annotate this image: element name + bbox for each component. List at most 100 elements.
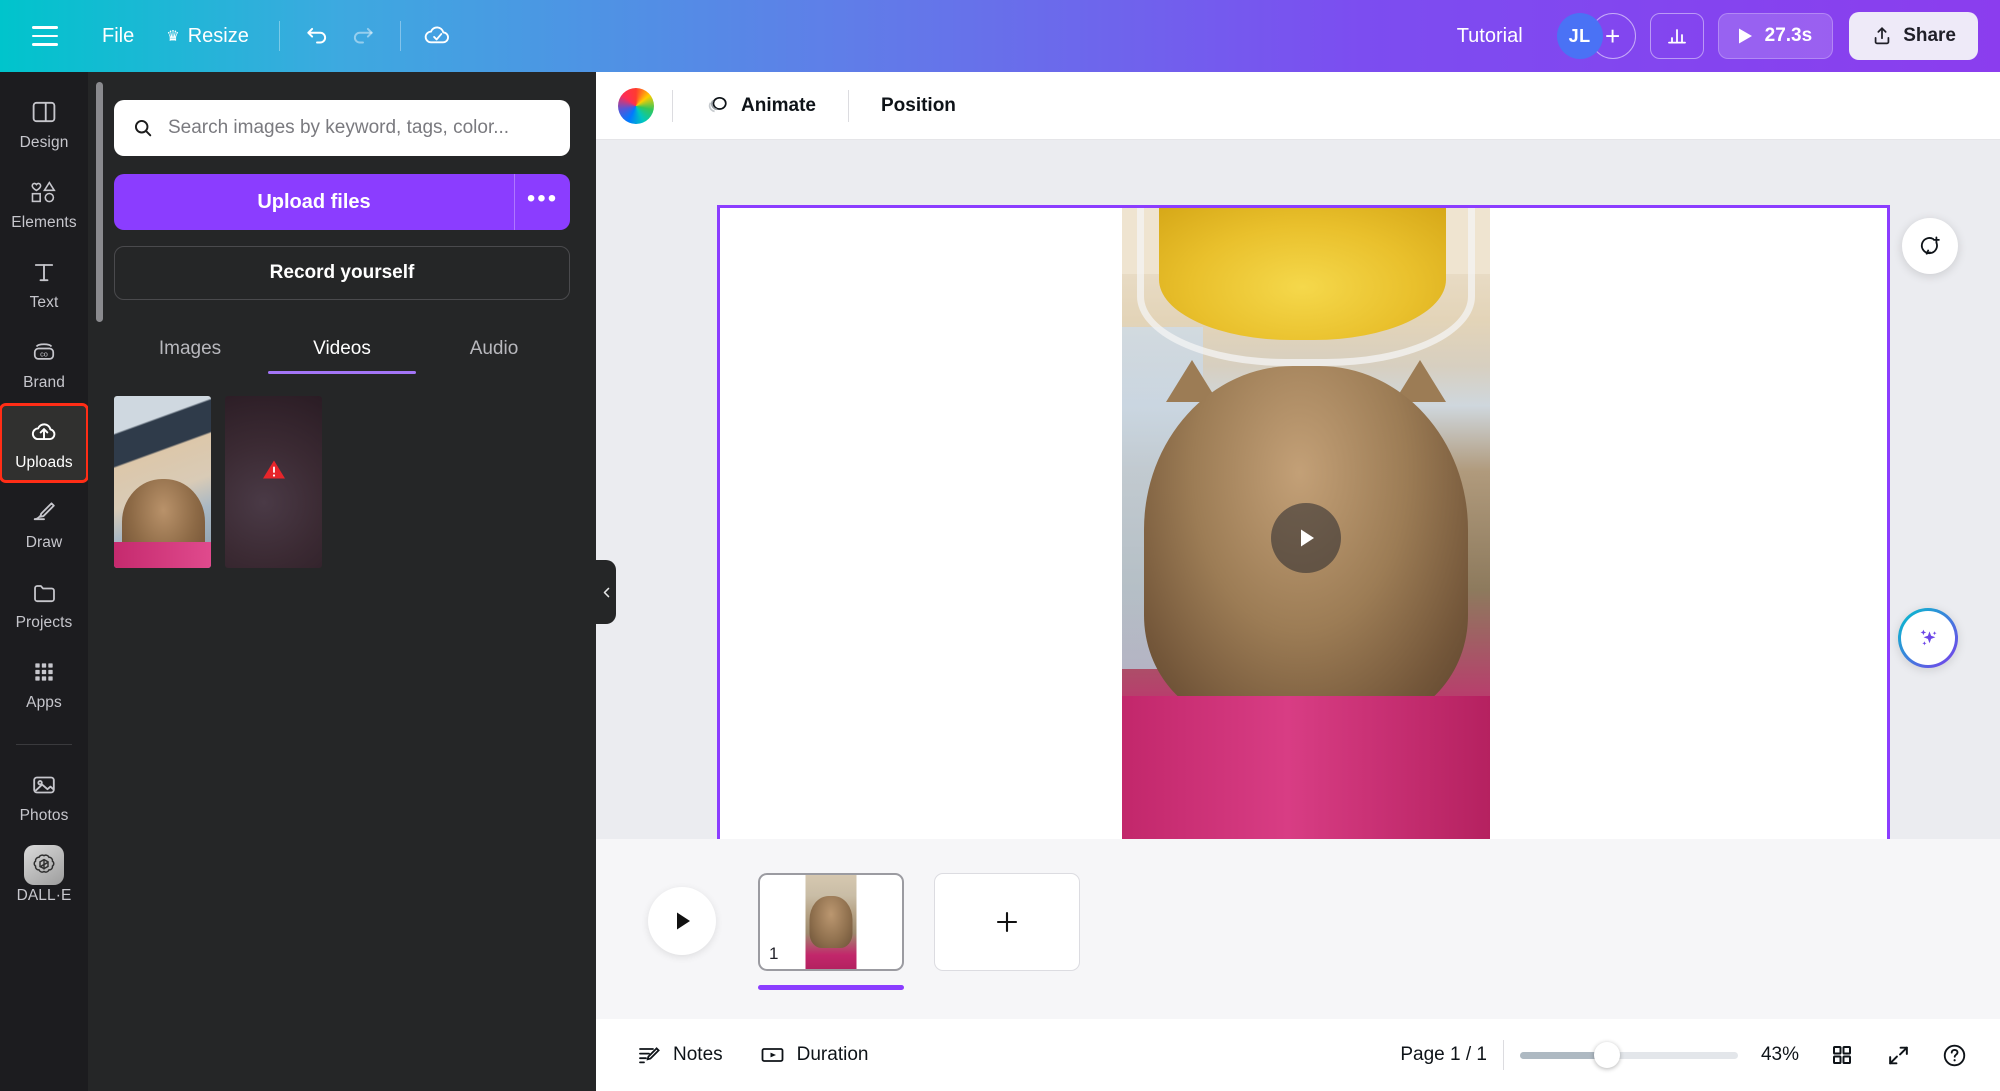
design-page-frame[interactable] (717, 205, 1890, 870)
sidebar-item-apps[interactable]: Apps (2, 646, 86, 720)
sidebar-item-brand[interactable]: co Brand (2, 326, 86, 400)
video-art-bowl (1136, 208, 1476, 367)
sidebar-item-draw[interactable]: Draw (2, 486, 86, 560)
sidebar-label-uploads: Uploads (15, 454, 73, 471)
duration-icon (761, 1048, 784, 1062)
timeline-play-button[interactable] (648, 887, 716, 955)
sidebar-label-apps: Apps (26, 694, 62, 711)
warning-icon (261, 457, 287, 486)
canva-editor-window: File ♛ Resize Tutorial JL + 27.3s Share … (0, 0, 2000, 1091)
tutorial-button[interactable]: Tutorial (1439, 16, 1541, 57)
magic-sparkles-icon (1920, 629, 1937, 646)
search-bar[interactable] (114, 100, 570, 156)
shapes-icon (28, 176, 60, 208)
sidebar-item-text[interactable]: Text (2, 246, 86, 320)
record-yourself-label: Record yourself (269, 262, 415, 283)
brand-co-icon: co (29, 336, 59, 368)
magic-studio-button[interactable] (1898, 608, 1958, 668)
left-sidebar: Design Elements Text co Brand Uploads Dr… (0, 72, 89, 1091)
sidebar-item-elements[interactable]: Elements (2, 166, 86, 240)
video-play-button[interactable] (1271, 502, 1341, 573)
cat-video-thumbnail[interactable] (114, 396, 211, 568)
canvas-toolbar: Animate Position (596, 72, 2000, 140)
zoom-slider-knob[interactable] (1594, 1042, 1621, 1068)
editor-area: Animate Position 1 Notes Duration Page 1… (596, 72, 2000, 1091)
bar-chart-icon[interactable] (1649, 13, 1704, 59)
toolbar-divider (278, 21, 280, 51)
uploads-panel: Upload files ••• Record yourself Images … (88, 72, 596, 1091)
avatar[interactable]: JL (1556, 13, 1603, 59)
uploads-tabs: Images Videos Audio (114, 326, 570, 374)
search-icon (134, 119, 152, 137)
cloud-upload-icon (28, 416, 60, 448)
duration-button[interactable]: Duration (745, 1033, 883, 1077)
chevron-left-icon (603, 587, 609, 597)
zoom-value-label: 43% (1760, 1044, 1800, 1065)
dark-video-thumbnail[interactable] (225, 396, 322, 568)
file-menu-label: File (102, 24, 135, 47)
upload-files-label: Upload files (257, 190, 371, 213)
resize-button[interactable]: ♛ Resize (150, 17, 265, 56)
page-indicator: Page 1 / 1 (1400, 1044, 1487, 1065)
sidebar-label-design: Design (19, 134, 69, 151)
notes-pencil-icon (639, 1047, 660, 1064)
sidebar-label-dalle: DALL·E (16, 887, 72, 904)
fullscreen-icon[interactable] (1878, 1035, 1918, 1075)
sidebar-label-elements: Elements (11, 214, 77, 231)
upload-files-button[interactable]: Upload files (114, 174, 514, 230)
tab-videos[interactable]: Videos (266, 326, 418, 374)
grid-view-icon[interactable] (1822, 1035, 1862, 1075)
zoom-slider[interactable] (1520, 1042, 1738, 1068)
redo-icon[interactable] (340, 13, 386, 59)
pen-icon (29, 496, 59, 528)
sidebar-item-dalle[interactable]: DALL·E (2, 839, 86, 913)
sidebar-item-uploads[interactable]: Uploads (0, 403, 89, 483)
animate-button[interactable]: Animate (691, 84, 830, 128)
share-label: Share (1903, 25, 1956, 46)
add-comment-icon (1920, 236, 1940, 255)
sidebar-label-text: Text (29, 294, 59, 311)
canvas-toolbar-divider-2 (847, 89, 849, 122)
resize-label: Resize (187, 24, 249, 47)
folder-icon (30, 576, 59, 608)
tab-audio[interactable]: Audio (418, 326, 570, 374)
tab-images-label: Images (158, 338, 222, 359)
video-element[interactable] (1122, 208, 1490, 867)
search-input[interactable] (167, 117, 552, 139)
preview-play-button[interactable]: 27.3s (1717, 13, 1834, 59)
file-menu-button[interactable]: File (86, 17, 150, 56)
sidebar-item-projects[interactable]: Projects (2, 566, 86, 640)
upload-files-row: Upload files ••• (114, 174, 570, 230)
record-yourself-button[interactable]: Record yourself (114, 246, 570, 300)
canvas-viewport (596, 140, 2000, 949)
help-icon[interactable] (1934, 1035, 1974, 1075)
tab-videos-label: Videos (313, 338, 371, 359)
position-button[interactable]: Position (867, 86, 970, 126)
ellipsis-icon[interactable]: ••• (514, 174, 570, 230)
play-icon (1301, 529, 1314, 546)
undo-icon[interactable] (294, 13, 340, 59)
hamburger-icon[interactable] (22, 13, 68, 59)
photo-icon (29, 769, 59, 801)
tab-audio-label: Audio (469, 338, 519, 359)
thumbnail-art-accent (114, 542, 211, 568)
sidebar-item-design[interactable]: Design (2, 86, 86, 160)
notes-button[interactable]: Notes (622, 1033, 737, 1077)
canvas-toolbar-divider (672, 89, 673, 122)
sidebar-label-projects: Projects (15, 614, 73, 631)
sidebar-item-photos[interactable]: Photos (2, 759, 86, 833)
page-progress-bar[interactable] (758, 985, 904, 990)
top-toolbar: File ♛ Resize Tutorial JL + 27.3s Share (0, 0, 2000, 72)
add-comment-button[interactable] (1902, 218, 1958, 274)
share-upload-icon (1874, 27, 1890, 45)
page-thumbnail-1[interactable]: 1 (758, 873, 904, 971)
plus-icon (996, 911, 1018, 933)
cloud-check-icon[interactable] (415, 13, 461, 59)
tab-images[interactable]: Images (114, 326, 266, 374)
share-button[interactable]: Share (1849, 12, 1978, 60)
color-wheel-icon[interactable] (618, 87, 654, 124)
add-page-button[interactable] (934, 873, 1080, 971)
panel-collapse-button[interactable] (596, 560, 616, 624)
panel-scrollbar[interactable] (96, 82, 103, 322)
tutorial-label: Tutorial (1456, 24, 1523, 47)
